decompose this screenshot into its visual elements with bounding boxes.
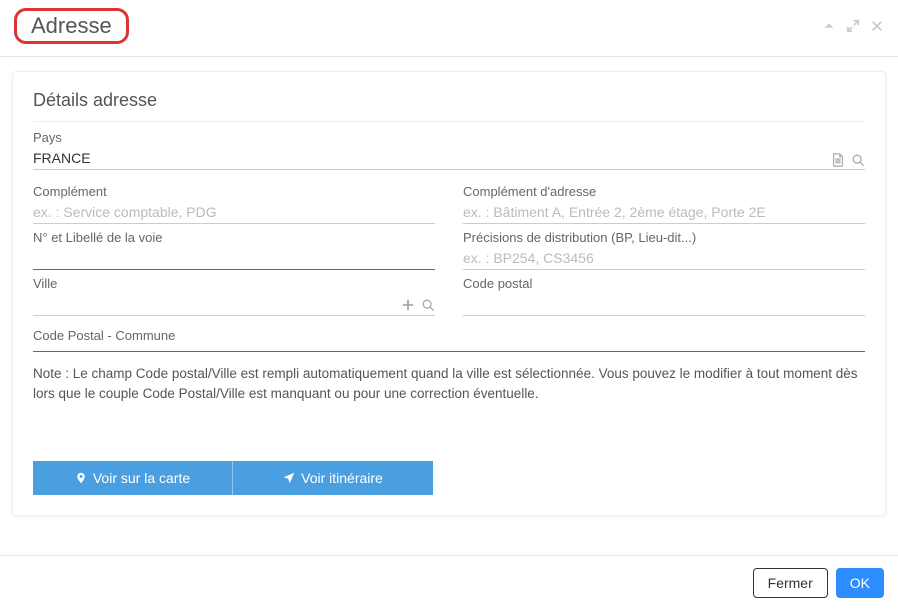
document-icon[interactable] (831, 153, 845, 167)
map-button[interactable]: Voir sur la carte (33, 461, 233, 495)
note-text: Note : Le champ Code postal/Ville est re… (33, 364, 865, 405)
cp-input[interactable] (463, 293, 865, 316)
complement-adresse-input[interactable] (463, 201, 865, 224)
ville-input[interactable] (33, 293, 395, 315)
pays-label: Pays (33, 130, 865, 145)
complement-adresse-label: Complément d'adresse (463, 184, 865, 199)
map-button-label: Voir sur la carte (93, 470, 190, 486)
search-icon[interactable] (421, 298, 435, 312)
precision-label: Précisions de distribution (BP, Lieu-dit… (463, 230, 865, 245)
complement-label: Complément (33, 184, 435, 199)
cp-label: Code postal (463, 276, 865, 291)
plus-icon[interactable] (401, 298, 415, 312)
complement-input[interactable] (33, 201, 435, 224)
title-bar: Adresse (0, 0, 898, 57)
panel-heading: Détails adresse (33, 90, 865, 122)
map-pin-icon (75, 472, 87, 484)
search-icon[interactable] (851, 153, 865, 167)
pays-input[interactable] (33, 147, 825, 169)
precision-input[interactable] (463, 247, 865, 270)
footer-bar: Fermer OK (0, 555, 898, 610)
voie-input[interactable] (33, 247, 435, 270)
title-highlight: Adresse (14, 8, 129, 44)
expand-icon[interactable] (846, 19, 860, 33)
action-row: Voir sur la carte Voir itinéraire (33, 461, 865, 495)
title-icons (822, 19, 884, 33)
loc-label: Code Postal - Commune (33, 316, 865, 351)
arrow-icon (283, 472, 295, 484)
ok-button[interactable]: OK (836, 568, 884, 598)
route-button[interactable]: Voir itinéraire (233, 461, 433, 495)
close-button[interactable]: Fermer (753, 568, 828, 598)
route-button-label: Voir itinéraire (301, 470, 383, 486)
collapse-icon[interactable] (822, 19, 836, 33)
panel-title: Adresse (31, 13, 112, 38)
ville-label: Ville (33, 276, 435, 291)
red-divider (33, 351, 865, 352)
voie-label: N° et Libellé de la voie (33, 230, 435, 245)
address-panel: Détails adresse Pays Complément N° et Li… (12, 71, 886, 516)
close-icon[interactable] (870, 19, 884, 33)
